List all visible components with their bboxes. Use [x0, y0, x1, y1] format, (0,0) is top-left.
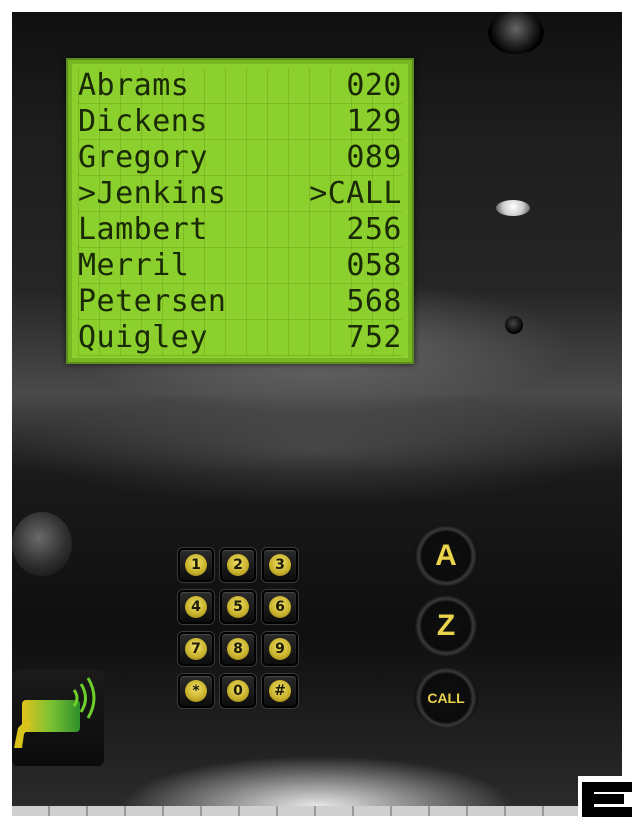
a-button-label: A	[435, 539, 457, 572]
directory-row[interactable]: Merril 058	[78, 248, 402, 284]
resident-name: Merril	[78, 248, 190, 283]
status-led	[496, 200, 530, 216]
resident-name: Abrams	[78, 68, 190, 103]
hand-icon	[14, 720, 32, 748]
directory-row[interactable]: Dickens 129	[78, 104, 402, 140]
resident-name: Lambert	[78, 212, 208, 247]
key-8[interactable]: 8	[220, 632, 256, 666]
key-5[interactable]: 5	[220, 590, 256, 624]
key-6[interactable]: 6	[262, 590, 298, 624]
rfid-reader[interactable]	[12, 670, 104, 766]
directory-row[interactable]: Quigley 752	[78, 320, 402, 356]
resident-name: >Jenkins	[78, 176, 227, 211]
resident-code: 089	[346, 140, 402, 175]
key-hash[interactable]: #	[262, 674, 298, 708]
directory-display: Abrams 020 Dickens 129 Gregory 089 >Jenk…	[66, 58, 414, 364]
key-1[interactable]: 1	[178, 548, 214, 582]
resident-code: 129	[346, 104, 402, 139]
key-9[interactable]: 9	[262, 632, 298, 666]
directory-row[interactable]: Lambert 256	[78, 212, 402, 248]
directory-row[interactable]: Gregory 089	[78, 140, 402, 176]
directory-row[interactable]: Abrams 020	[78, 68, 402, 104]
resident-name: Gregory	[78, 140, 208, 175]
directory-row-selected[interactable]: >Jenkins >CALL	[78, 176, 402, 212]
call-button[interactable]: CALL	[414, 668, 478, 728]
camera-lens	[505, 316, 523, 334]
scroll-down-z-button[interactable]: Z	[414, 596, 478, 656]
key-3[interactable]: 3	[262, 548, 298, 582]
resident-code: 752	[346, 320, 402, 355]
wireless-waves-icon	[72, 677, 96, 719]
resident-name: Quigley	[78, 320, 208, 355]
resident-code: 256	[346, 212, 402, 247]
key-0[interactable]: 0	[220, 674, 256, 708]
numeric-keypad: 1 2 3 4 5 6 7 8 9 * 0 #	[178, 548, 300, 708]
z-button-label: Z	[436, 609, 456, 642]
resident-code: 020	[346, 68, 402, 103]
key-4[interactable]: 4	[178, 590, 214, 624]
key-2[interactable]: 2	[220, 548, 256, 582]
call-button-label: CALL	[427, 690, 465, 706]
resident-name: Petersen	[78, 284, 227, 319]
corner-logo-icon	[578, 776, 634, 823]
bottom-trim	[12, 806, 578, 816]
resident-code: 568	[346, 284, 402, 319]
mounting-screw	[488, 12, 544, 54]
directory-row[interactable]: Petersen 568	[78, 284, 402, 320]
resident-code: >CALL	[309, 176, 402, 211]
key-7[interactable]: 7	[178, 632, 214, 666]
scroll-up-a-button[interactable]: A	[414, 526, 478, 586]
resident-code: 058	[346, 248, 402, 283]
round-push-button[interactable]	[12, 512, 72, 576]
key-star[interactable]: *	[178, 674, 214, 708]
resident-name: Dickens	[78, 104, 208, 139]
